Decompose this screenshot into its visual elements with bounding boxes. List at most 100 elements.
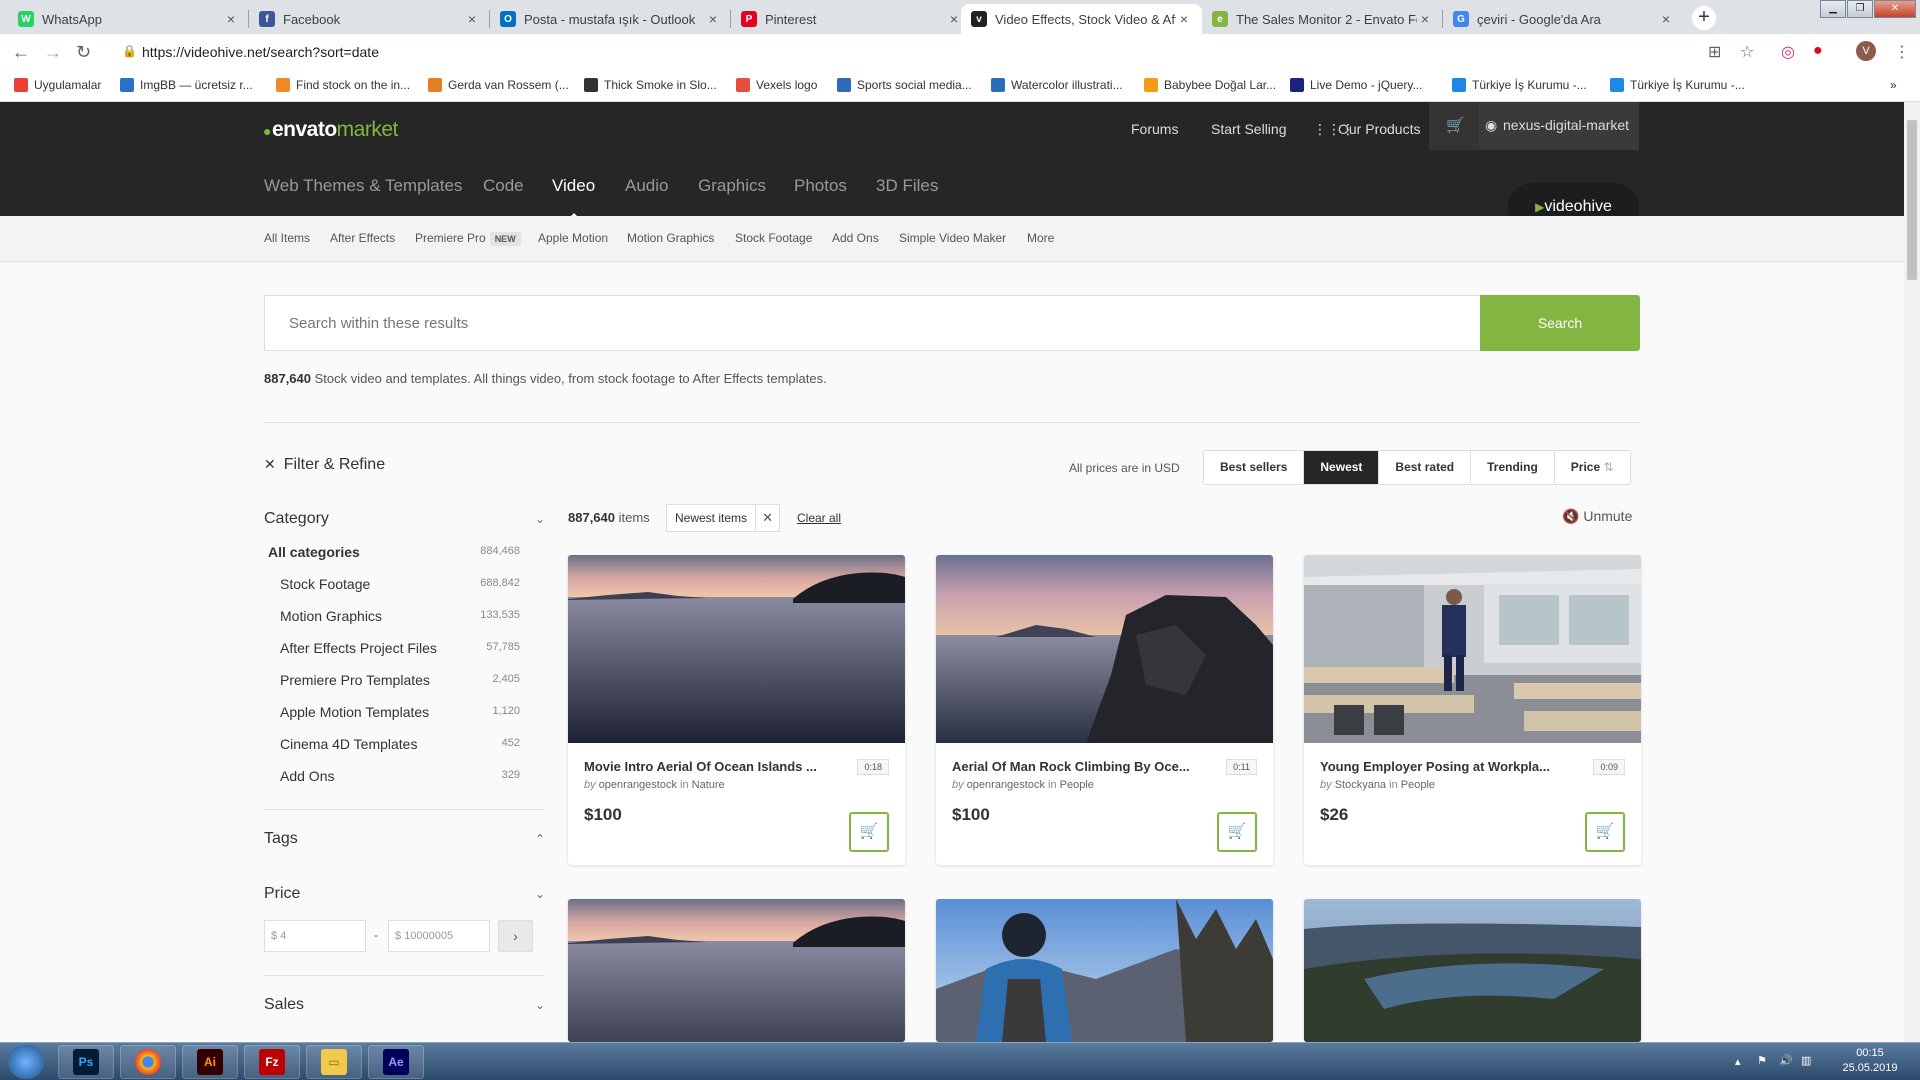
taskbar-explorer[interactable]: ▭ [306,1045,362,1079]
bookmark-item[interactable]: Vexels logo [736,78,817,92]
item-card[interactable]: Movie Intro Aerial Of Ocean Islands ... 0… [568,555,905,865]
back-icon[interactable]: ← [12,42,30,63]
clock[interactable]: 00:15 25.05.2019 [1838,1046,1902,1076]
video-thumbnail-wrap[interactable] [568,899,905,1042]
cart-button[interactable]: 🛒 [1429,102,1479,150]
price-section-header[interactable]: Price ⌄ [264,885,545,903]
translate-icon[interactable]: ⊞ [1708,42,1721,62]
bookmark-item[interactable]: Türkiye İş Kurumu -... [1610,78,1745,92]
subnav-after-effects[interactable]: After Effects [330,231,395,245]
start-selling-link[interactable]: Start Selling [1211,121,1286,137]
taskbar-illustrator[interactable]: Ai [182,1045,238,1079]
search-input[interactable] [264,295,1481,351]
category-item[interactable]: Apple Motion Templates 1,120 [280,704,520,720]
tab-close-icon[interactable]: × [946,11,962,27]
bookmark-item[interactable]: Watercolor illustrati... [991,78,1123,92]
taskbar-filezilla[interactable]: Fz [244,1045,300,1079]
profile-avatar[interactable]: V [1856,41,1876,61]
category-item[interactable]: Stock Footage 688,842 [280,576,520,592]
new-tab-button[interactable]: + [1692,6,1716,30]
tab-close-icon[interactable]: × [705,11,721,27]
video-thumbnail-wrap[interactable] [1304,555,1641,743]
sort-trending[interactable]: Trending [1470,451,1554,484]
remove-filter-icon[interactable]: ✕ [755,505,779,531]
item-card[interactable] [568,899,905,1042]
category-item[interactable]: After Effects Project Files 57,785 [280,640,520,656]
category-item[interactable]: Cinema 4D Templates 452 [280,736,520,752]
subnav-premiere-pro[interactable]: Premiere Pro NEW [415,231,521,246]
bookmark-item[interactable]: Find stock on the in... [276,78,410,92]
close-window-button[interactable]: ✕ [1874,0,1916,18]
url-box[interactable]: 🔒 https://videohive.net/search?sort=date [110,39,1890,65]
bookmark-item[interactable]: Türkiye İş Kurumu -... [1452,78,1587,92]
subnav-simple-video-maker[interactable]: Simple Video Maker [899,231,1006,245]
price-max-input[interactable]: $ 10000005 [388,920,490,952]
start-button[interactable] [8,1045,44,1079]
category-item[interactable]: Add Ons 329 [280,768,520,784]
nav-audio[interactable]: Audio [625,176,668,196]
tags-section-header[interactable]: Tags ⌃ [264,830,545,848]
nav-video[interactable]: Video [552,176,595,219]
search-button[interactable]: Search [1480,295,1640,351]
add-to-cart-button[interactable]: 🛒 [1585,812,1625,852]
item-title[interactable]: Movie Intro Aerial Of Ocean Islands ... [584,759,834,774]
subnav-motion-graphics[interactable]: Motion Graphics [627,231,714,245]
flag-icon[interactable]: ⚑ [1757,1054,1767,1069]
item-category-link[interactable]: People [1401,779,1435,791]
tray-expand-icon[interactable]: ▴ [1735,1055,1741,1070]
bookmark-item[interactable]: Sports social media... [837,78,972,92]
browser-tab[interactable]: P Pinterest × [731,4,972,34]
scrollbar-thumb[interactable] [1907,120,1917,280]
forums-link[interactable]: Forums [1131,121,1178,137]
taskbar-chrome[interactable] [120,1045,176,1079]
category-item[interactable]: Premiere Pro Templates 2,405 [280,672,520,688]
item-card[interactable]: Aerial Of Man Rock Climbing By Oce... 0:1… [936,555,1273,865]
tab-close-icon[interactable]: × [1417,11,1433,27]
item-category-link[interactable]: Nature [692,779,725,791]
more-bookmarks-icon[interactable]: » [1890,78,1897,92]
sales-section-header[interactable]: Sales ⌄ [264,996,545,1014]
subnav-add-ons[interactable]: Add Ons [832,231,879,245]
unmute-button[interactable]: 🔇 Unmute [1562,508,1632,525]
video-thumbnail-wrap[interactable] [936,899,1273,1042]
browser-tab[interactable]: O Posta - mustafa ışık - Outlook × [490,4,731,34]
bookmark-item[interactable]: ImgBB — ücretsiz r... [120,78,253,92]
price-apply-button[interactable]: › [498,920,533,952]
author-link[interactable]: Stockyana [1335,779,1386,791]
reload-icon[interactable]: ↻ [76,42,91,63]
page-scrollbar[interactable] [1904,102,1920,1042]
item-title[interactable]: Aerial Of Man Rock Climbing By Oce... [952,759,1202,774]
item-title[interactable]: Young Employer Posing at Workpla... [1320,759,1570,774]
tab-close-icon[interactable]: × [1176,11,1192,27]
nav-photos[interactable]: Photos [794,176,847,196]
taskbar-photoshop[interactable]: Ps [58,1045,114,1079]
tab-close-icon[interactable]: × [1658,11,1674,27]
item-card[interactable]: Young Employer Posing at Workpla... 0:09 b… [1304,555,1641,865]
browser-tab[interactable]: W WhatsApp × [8,4,249,34]
subnav-apple-motion[interactable]: Apple Motion [538,231,608,245]
minimize-button[interactable]: ▁ [1820,0,1846,18]
browser-tab[interactable]: e The Sales Monitor 2 - Envato For × [1202,4,1443,34]
volume-icon[interactable]: 🔊 [1779,1054,1793,1069]
add-to-cart-button[interactable]: 🛒 [849,812,889,852]
menu-icon[interactable]: ⋮ [1894,42,1910,62]
category-section-header[interactable]: Category ⌄ [264,510,545,528]
nav-graphics[interactable]: Graphics [698,176,766,196]
browser-tab[interactable]: v Video Effects, Stock Video & Afte × [961,4,1202,34]
tab-close-icon[interactable]: × [223,11,239,27]
url-text[interactable]: https://videohive.net/search?sort=date [142,44,379,60]
clear-all-link[interactable]: Clear all [797,511,841,525]
add-to-cart-button[interactable]: 🛒 [1217,812,1257,852]
subnav-stock-footage[interactable]: Stock Footage [735,231,812,245]
video-thumbnail-wrap[interactable] [936,555,1273,743]
nav-web-themes[interactable]: Web Themes & Templates [264,176,462,196]
filter-refine-toggle[interactable]: ✕ Filter & Refine [264,456,385,474]
network-icon[interactable]: ▥ [1801,1054,1811,1069]
item-category-link[interactable]: People [1060,779,1094,791]
item-card[interactable] [1304,899,1641,1042]
bookmark-item[interactable]: Live Demo - jQuery... [1290,78,1422,92]
category-item[interactable]: All categories 884,468 [268,544,520,560]
tab-close-icon[interactable]: × [464,11,480,27]
bookmark-item[interactable]: Babybee Doğal Lar... [1144,78,1276,92]
author-link[interactable]: openrangestock [967,779,1045,791]
